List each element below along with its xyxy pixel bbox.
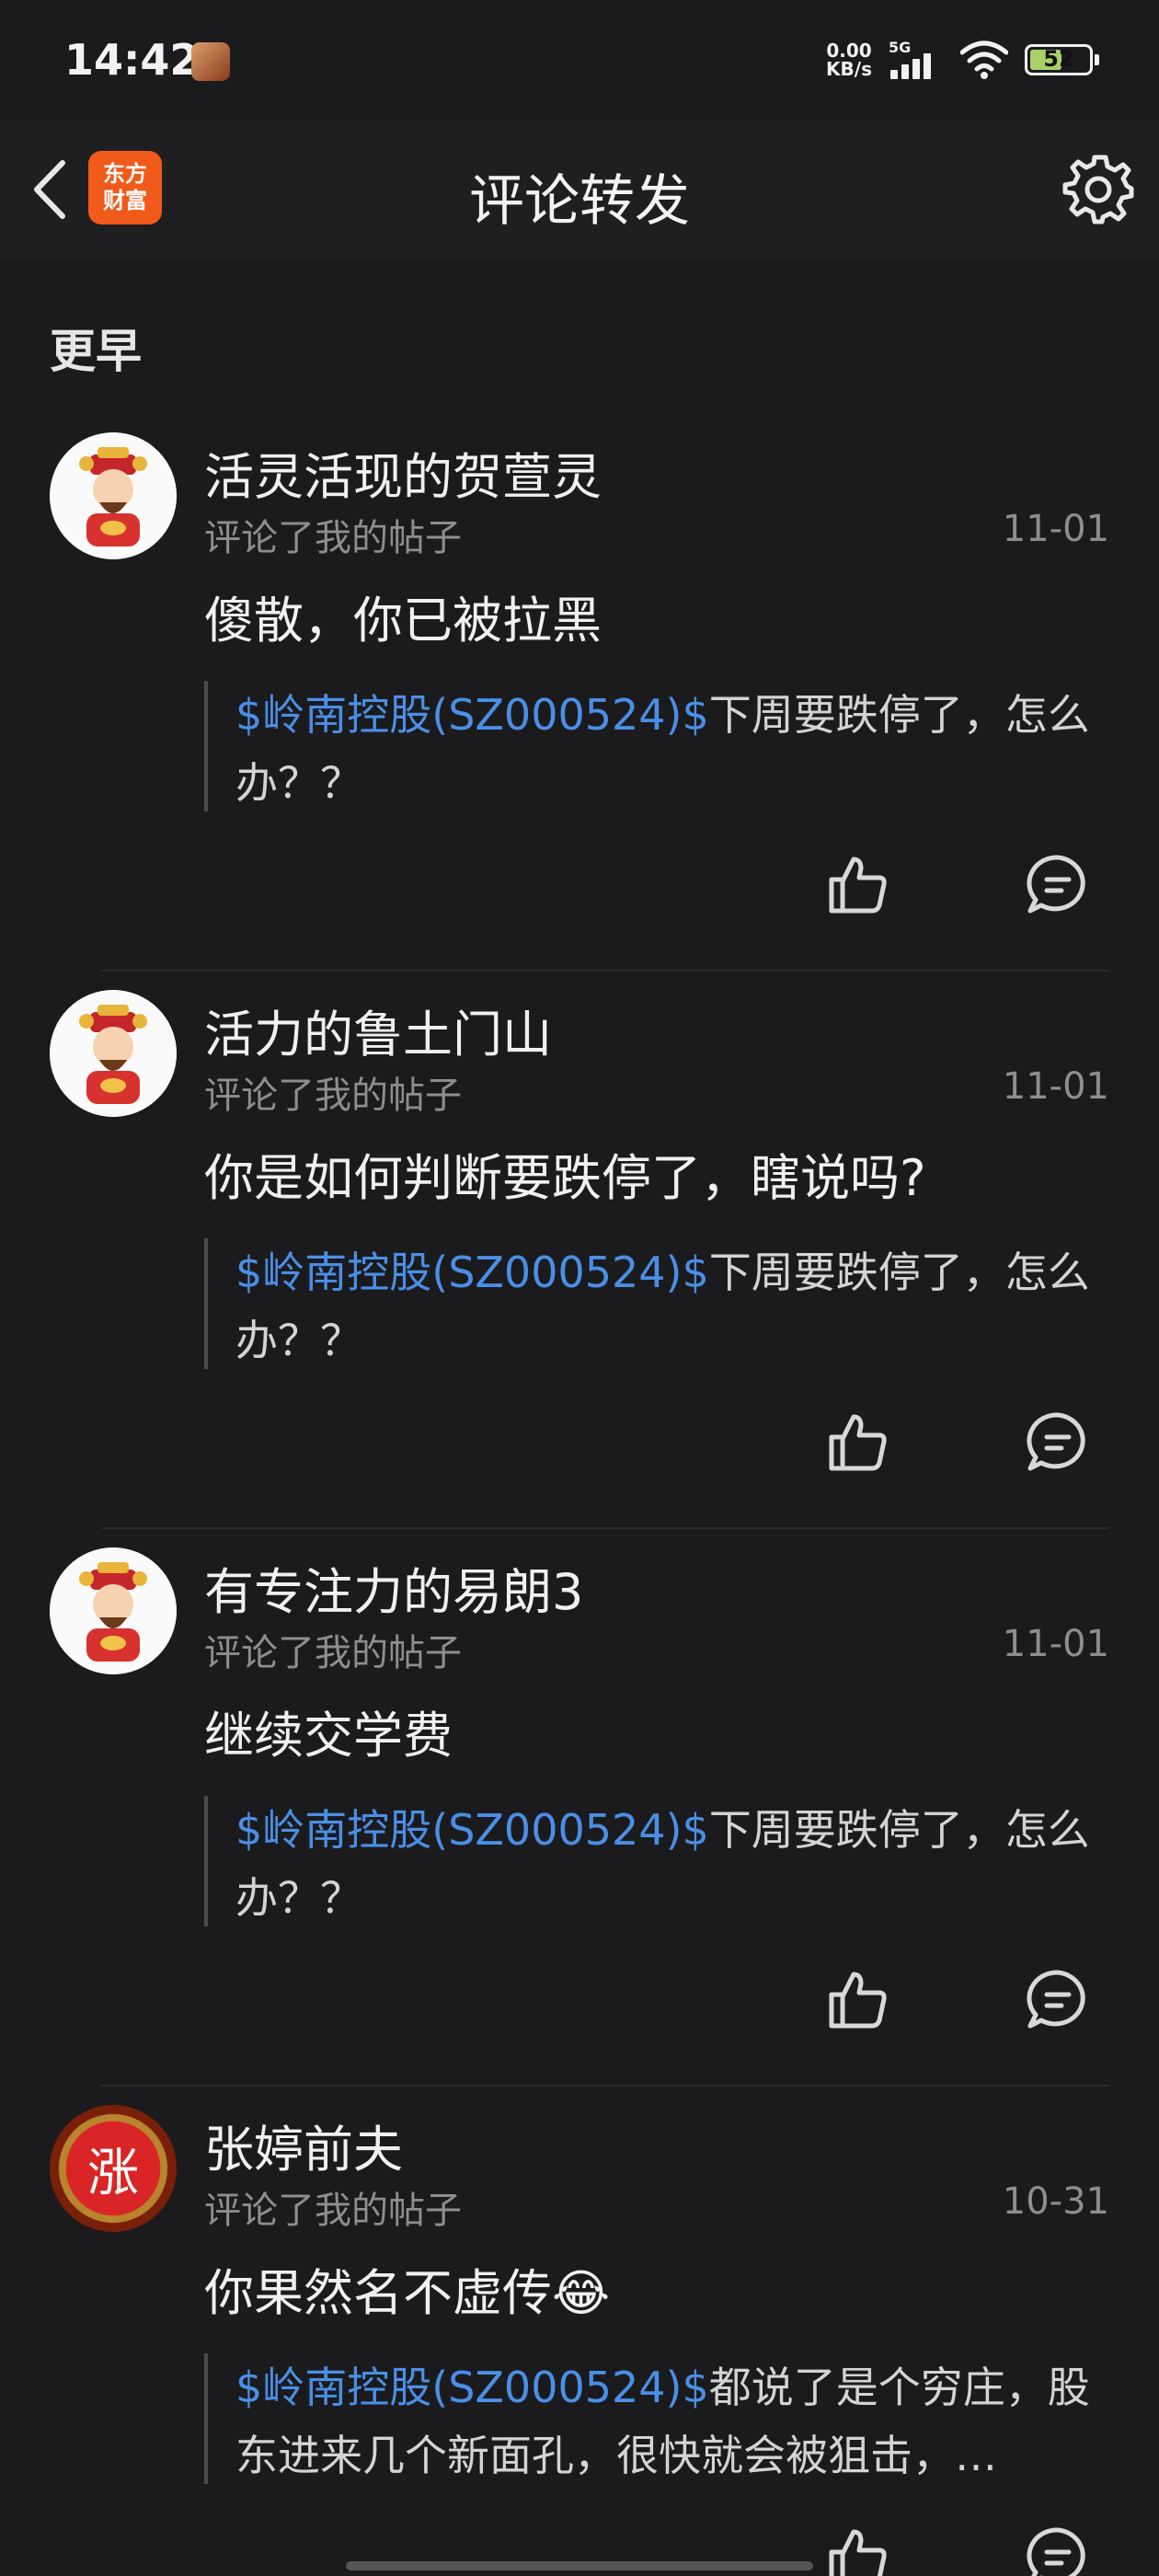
user-name[interactable]: 活力的鲁土门山 — [204, 994, 552, 1066]
date: 11-01 — [1002, 508, 1109, 550]
status-bar: 14:42 0.00 KB/s 5G 52 — [0, 0, 1159, 120]
date: 11-01 — [1002, 1623, 1109, 1665]
action-text: 评论了我的帖子 — [204, 517, 462, 559]
caishen-avatar-icon — [50, 1547, 177, 1674]
action-text: 评论了我的帖子 — [204, 2190, 462, 2232]
quoted-post[interactable]: $岭南控股(SZ000524)$都说了是个穷庄，股东进来几个新面孔，很快就会被狙… — [204, 2353, 1109, 2484]
gear-icon — [1062, 155, 1134, 224]
divider — [101, 2085, 1109, 2087]
thumbs-up-icon[interactable] — [824, 852, 890, 918]
comment-item[interactable]: 涨 张婷前夫 评论了我的帖子 10-31 你果然名不虚传😂 $岭南控股(SZ00… — [0, 2105, 1159, 2576]
status-time: 14:42 — [64, 35, 200, 85]
user-name[interactable]: 张婷前夫 — [204, 2109, 403, 2181]
divider — [101, 1527, 1109, 1529]
comment-bubble-icon[interactable] — [1025, 1967, 1091, 2033]
thumbs-up-icon[interactable] — [824, 1409, 890, 1476]
stock-link[interactable]: $岭南控股(SZ000524)$ — [235, 2363, 709, 2412]
action-text: 评论了我的帖子 — [204, 1075, 462, 1117]
settings-button[interactable] — [1060, 151, 1137, 228]
network-speed-value: 0.00 — [826, 40, 872, 62]
battery-icon: 52 — [1025, 44, 1099, 75]
caishen-avatar-icon — [50, 990, 177, 1117]
page-title: 评论转发 — [469, 169, 690, 234]
comment-item[interactable]: 有专注力的易朗3 评论了我的帖子 11-01 继续交学费 $岭南控股(SZ000… — [0, 1547, 1159, 2105]
header: 东方 财富 评论转发 — [0, 120, 1159, 259]
thumbs-up-icon[interactable] — [824, 1967, 890, 2033]
comment-text: 你果然名不虚传😂 — [204, 2264, 611, 2322]
date: 11-01 — [1002, 1065, 1109, 1108]
stock-link[interactable]: $岭南控股(SZ000524)$ — [235, 690, 709, 740]
thumbs-up-icon[interactable] — [824, 2524, 890, 2576]
comment-bubble-icon[interactable] — [1025, 852, 1091, 918]
comment-text: 继续交学费 — [204, 1707, 453, 1765]
network-speed-unit: KB/s — [826, 58, 872, 80]
comment-item[interactable]: 活力的鲁土门山 评论了我的帖子 11-01 你是如何判断要跌停了，瞎说吗? $岭… — [0, 990, 1159, 1547]
action-text: 评论了我的帖子 — [204, 1632, 462, 1674]
wifi-icon — [960, 40, 1008, 79]
quoted-post[interactable]: $岭南控股(SZ000524)$下周要跌停了，怎么办？？ — [204, 681, 1109, 811]
stock-link[interactable]: $岭南控股(SZ000524)$ — [235, 1805, 709, 1855]
network-speed: 0.00 KB/s — [826, 41, 872, 78]
avatar[interactable] — [50, 1547, 177, 1674]
quoted-post[interactable]: $岭南控股(SZ000524)$下周要跌停了，怎么办？？ — [204, 1238, 1109, 1369]
comment-text: 你是如何判断要跌停了，瞎说吗? — [204, 1149, 926, 1207]
status-indicators: 0.00 KB/s 5G 52 — [826, 37, 1099, 83]
game-app-notification-icon — [191, 42, 230, 81]
avatar-text: 涨 — [87, 2143, 139, 2203]
caishen-avatar-icon — [50, 432, 177, 559]
comment-bubble-icon[interactable] — [1025, 2524, 1091, 2576]
quoted-post[interactable]: $岭南控股(SZ000524)$下周要跌停了，怎么办？？ — [204, 1796, 1109, 1926]
battery-level: 52 — [1043, 46, 1074, 72]
section-title: 更早 — [50, 325, 142, 378]
avatar[interactable]: 涨 — [50, 2105, 177, 2232]
cellular-signal-icon: 5G — [889, 39, 944, 81]
date: 10-31 — [1002, 2180, 1109, 2223]
comment-bubble-icon[interactable] — [1025, 1409, 1091, 1476]
avatar[interactable] — [50, 990, 177, 1117]
network-type: 5G — [889, 39, 912, 56]
home-indicator[interactable] — [346, 2561, 813, 2570]
stock-link[interactable]: $岭南控股(SZ000524)$ — [235, 1248, 709, 1297]
comment-item[interactable]: 活灵活现的贺萱灵 评论了我的帖子 11-01 傻散，你已被拉黑 $岭南控股(SZ… — [0, 432, 1159, 990]
user-name[interactable]: 活灵活现的贺萱灵 — [204, 436, 602, 509]
user-name[interactable]: 有专注力的易朗3 — [204, 1551, 583, 1624]
avatar[interactable] — [50, 432, 177, 559]
divider — [101, 970, 1109, 972]
comment-text: 傻散，你已被拉黑 — [204, 592, 602, 650]
